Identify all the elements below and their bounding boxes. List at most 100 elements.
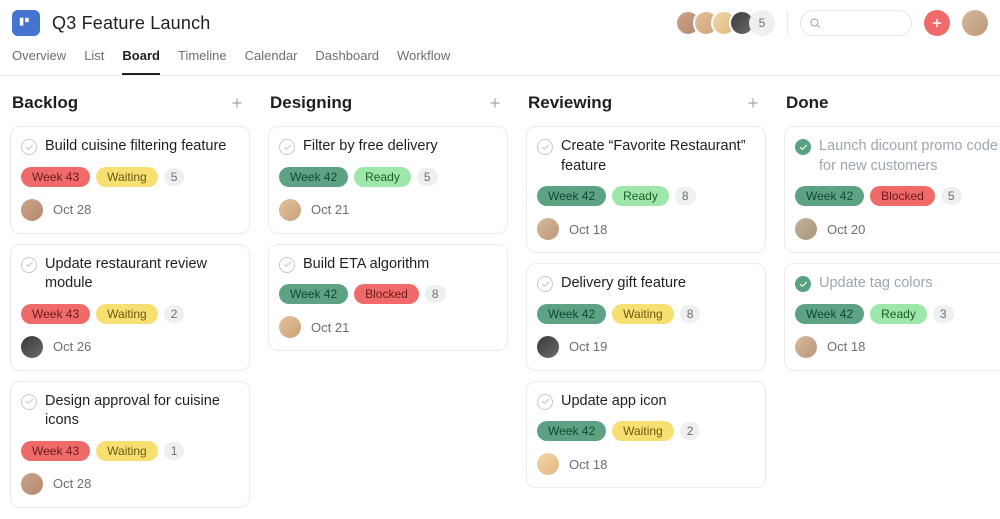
tag-pill[interactable]: Waiting	[96, 304, 158, 324]
tab-overview[interactable]: Overview	[12, 42, 66, 75]
checkmark-icon	[25, 397, 34, 406]
column-done: Done Launch dicount promo code for new cu…	[784, 92, 1000, 515]
task-card[interactable]: Build ETA algorithm Week 42 Blocked 8 Oct 21	[268, 244, 508, 352]
column-title: Done	[786, 93, 829, 113]
tag-pill[interactable]: Week 43	[21, 304, 90, 324]
member-overflow-count[interactable]: 5	[749, 10, 775, 36]
checkmark-icon	[25, 143, 34, 152]
tag-pill[interactable]: Week 42	[537, 304, 606, 324]
task-card[interactable]: Update tag colorsWeek 42Ready3Oct 18	[784, 263, 1000, 371]
complete-toggle[interactable]	[21, 257, 37, 273]
assignee-avatar[interactable]	[537, 218, 559, 240]
tag-pill[interactable]: Ready	[354, 167, 411, 187]
task-card[interactable]: Delivery gift featureWeek 42Waiting8Oct …	[526, 263, 766, 371]
add-task-button[interactable]	[484, 92, 506, 114]
search-box[interactable]	[800, 10, 912, 36]
task-card[interactable]: Filter by free deliveryWeek 42Ready5Oct …	[268, 126, 508, 234]
tab-list[interactable]: List	[84, 42, 104, 75]
tag-pill[interactable]: Waiting	[96, 167, 158, 187]
assignee-avatar[interactable]	[795, 218, 817, 240]
tab-workflow[interactable]: Workflow	[397, 42, 450, 75]
complete-toggle[interactable]	[279, 257, 295, 273]
task-card[interactable]: Build cuisine filtering feature Week 43 Wa…	[10, 126, 250, 234]
current-user-avatar[interactable]	[962, 10, 988, 36]
tag-row: Week 43 Waiting 1	[21, 441, 239, 461]
task-header: Update tag colors	[795, 274, 1000, 294]
due-date: Oct 18	[569, 222, 607, 237]
tag-pill[interactable]: Waiting	[612, 304, 674, 324]
checkmark-icon	[799, 280, 808, 289]
project-title: Q3 Feature Launch	[52, 13, 211, 34]
tag-pill[interactable]: Week 43	[21, 441, 90, 461]
task-header: Build ETA algorithm	[279, 255, 497, 275]
project-color-chip[interactable]	[12, 10, 40, 36]
tag-pill[interactable]: Week 42	[537, 421, 606, 441]
complete-toggle[interactable]	[795, 139, 811, 155]
search-input[interactable]	[827, 16, 911, 30]
tag-pill[interactable]: Ready	[612, 186, 669, 206]
column-title: Reviewing	[528, 93, 612, 113]
task-title: Build ETA algorithm	[303, 255, 429, 275]
tag-pill[interactable]: Week 42	[279, 167, 348, 187]
add-task-button[interactable]	[742, 92, 764, 114]
tag-pill[interactable]: Blocked	[354, 284, 419, 304]
assignee-avatar[interactable]	[795, 336, 817, 358]
complete-toggle[interactable]	[537, 139, 553, 155]
assignee-avatar[interactable]	[21, 199, 43, 221]
task-card[interactable]: Create “Favorite Restaurant” featureWeek…	[526, 126, 766, 253]
tag-pill[interactable]: Waiting	[96, 441, 158, 461]
tab-bar: Overview List Board Timeline Calendar Dashboa…	[0, 36, 1000, 76]
complete-toggle[interactable]	[537, 394, 553, 410]
subtask-count: 5	[417, 168, 438, 186]
tag-pill[interactable]: Blocked	[870, 186, 935, 206]
member-avatar-row[interactable]: 5	[675, 10, 775, 36]
tab-timeline[interactable]: Timeline	[178, 42, 227, 75]
task-card[interactable]: Launch dicount promo code for new custom…	[784, 126, 1000, 253]
tag-pill[interactable]: Week 42	[795, 304, 864, 324]
task-card[interactable]: Update restaurant review moduleWeek 43Wa…	[10, 244, 250, 371]
column-header: Reviewing	[526, 92, 766, 114]
assignee-avatar[interactable]	[279, 199, 301, 221]
tag-pill[interactable]: Week 42	[537, 186, 606, 206]
task-title: Update app icon	[561, 392, 667, 412]
task-meta: Oct 21	[279, 316, 497, 338]
task-meta: Oct 28	[21, 473, 239, 495]
plus-icon	[488, 96, 502, 110]
subtask-count: 8	[425, 285, 446, 303]
complete-toggle[interactable]	[537, 276, 553, 292]
assignee-avatar[interactable]	[21, 473, 43, 495]
checkmark-icon	[541, 397, 550, 406]
complete-toggle[interactable]	[279, 139, 295, 155]
header: Q3 Feature Launch 5	[0, 0, 1000, 36]
tab-calendar[interactable]: Calendar	[245, 42, 298, 75]
tag-pill[interactable]: Week 42	[795, 186, 864, 206]
task-card[interactable]: Design approval for cuisine iconsWeek 43…	[10, 381, 250, 508]
column-header: Designing	[268, 92, 508, 114]
task-header: Build cuisine filtering feature	[21, 137, 239, 157]
create-button[interactable]	[924, 10, 950, 36]
complete-toggle[interactable]	[21, 394, 37, 410]
tag-row: Week 42 Ready 5	[279, 167, 497, 187]
task-title: Launch dicount promo code for new custom…	[819, 137, 1000, 176]
subtask-count: 5	[164, 168, 185, 186]
assignee-avatar[interactable]	[21, 336, 43, 358]
plus-icon	[230, 96, 244, 110]
assignee-avatar[interactable]	[537, 336, 559, 358]
assignee-avatar[interactable]	[537, 453, 559, 475]
subtask-count: 1	[164, 442, 185, 460]
header-right: 5	[675, 10, 988, 36]
subtask-count: 8	[675, 187, 696, 205]
add-task-button[interactable]	[226, 92, 248, 114]
tag-pill[interactable]: Ready	[870, 304, 927, 324]
add-task-button[interactable]	[994, 92, 1000, 114]
due-date: Oct 19	[569, 339, 607, 354]
tag-pill[interactable]: Waiting	[612, 421, 674, 441]
assignee-avatar[interactable]	[279, 316, 301, 338]
tab-dashboard[interactable]: Dashboard	[315, 42, 379, 75]
task-card[interactable]: Update app iconWeek 42Waiting2Oct 18	[526, 381, 766, 489]
complete-toggle[interactable]	[795, 276, 811, 292]
complete-toggle[interactable]	[21, 139, 37, 155]
tag-pill[interactable]: Week 43	[21, 167, 90, 187]
tab-board[interactable]: Board	[122, 42, 160, 75]
tag-pill[interactable]: Week 42	[279, 284, 348, 304]
